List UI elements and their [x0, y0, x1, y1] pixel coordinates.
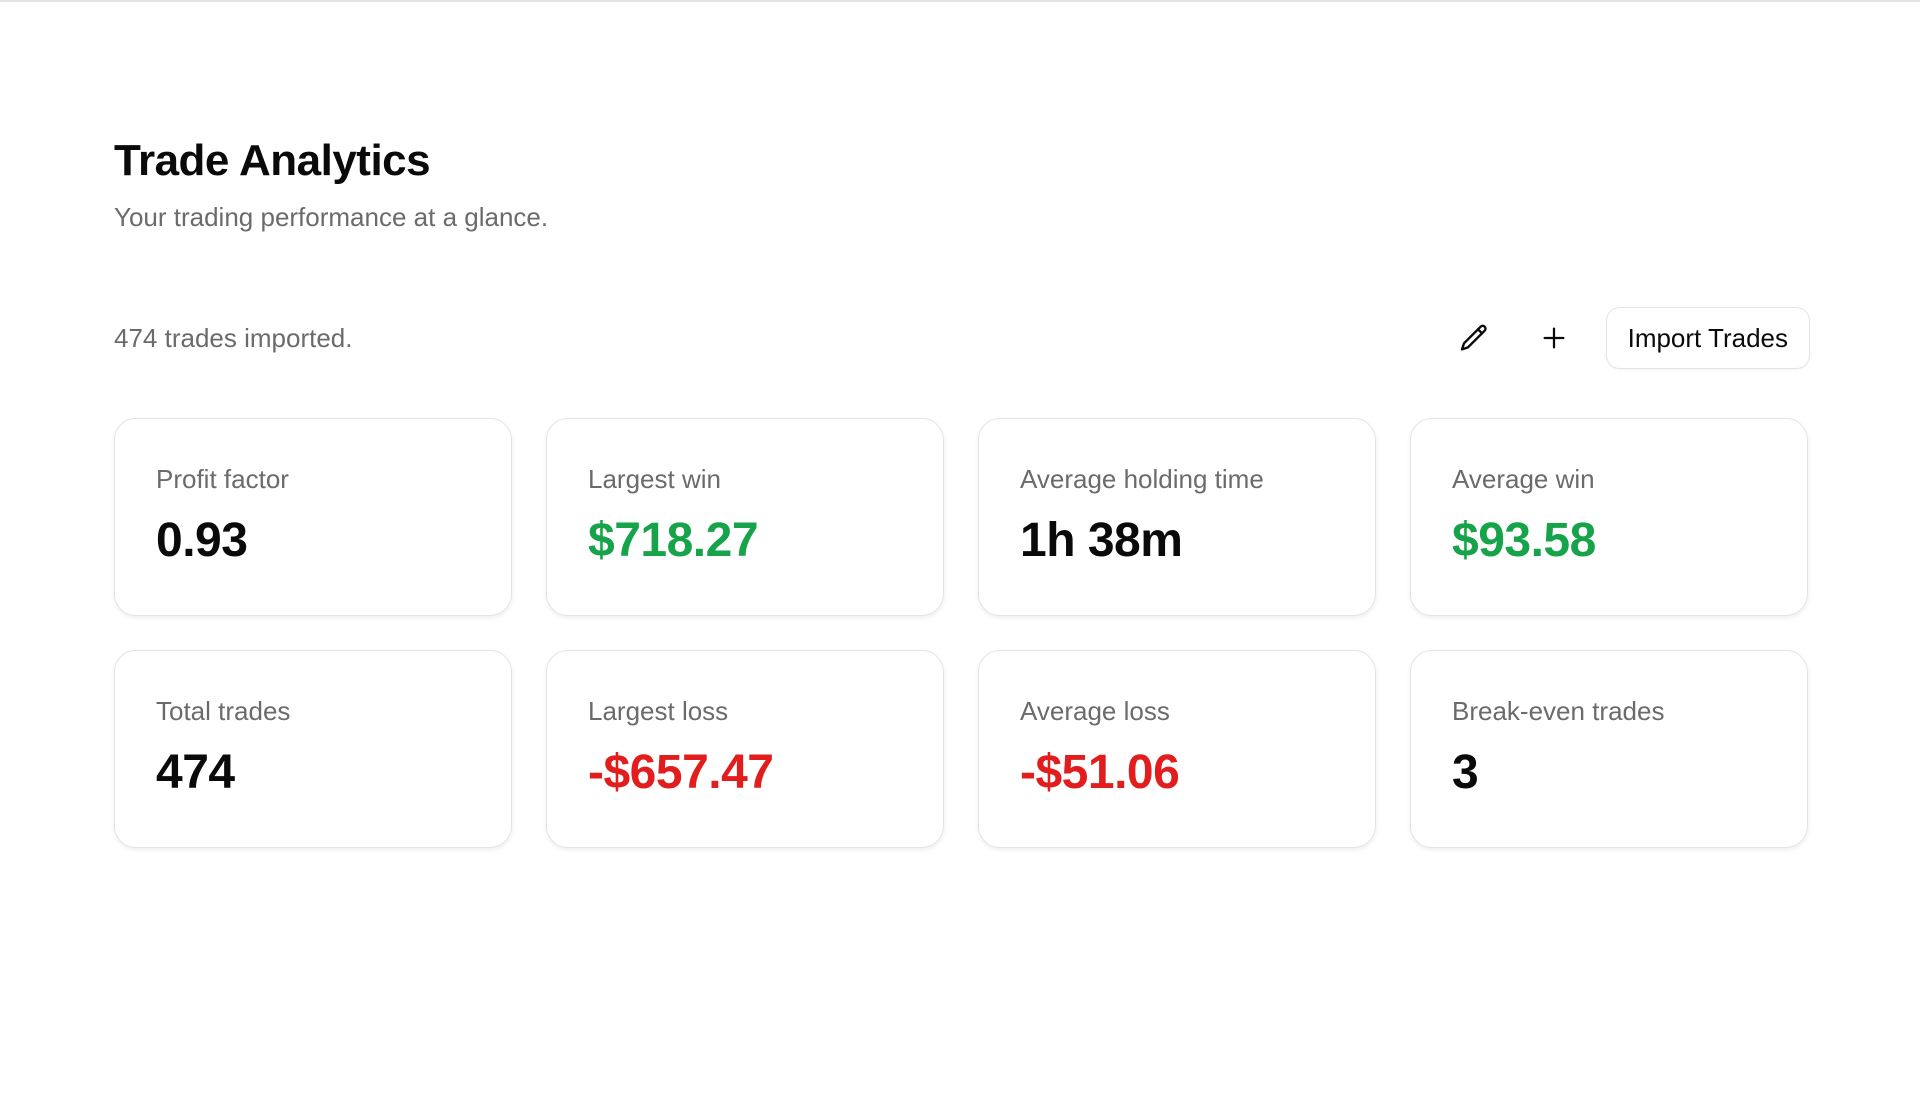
stat-value: $93.58 [1452, 514, 1596, 567]
page-subtitle: Your trading performance at a glance. [114, 202, 549, 232]
trade-analytics-page: Trade Analytics Your trading performance… [114, 134, 1810, 848]
stat-label: Average loss [1020, 696, 1170, 726]
stat-value: -$657.47 [588, 746, 774, 799]
top-divider [0, 0, 1920, 2]
toolbar-actions: Import Trades [1446, 307, 1810, 369]
stats-grid: Profit factor 0.93 Largest win $718.27 A… [114, 418, 1810, 848]
stat-value: -$51.06 [1020, 746, 1180, 799]
stat-value: 474 [156, 746, 235, 799]
add-trade-button[interactable] [1526, 310, 1582, 366]
stat-label: Average win [1452, 464, 1595, 494]
stat-label: Largest win [588, 464, 721, 494]
stat-card-average-win: Average win $93.58 [1410, 418, 1808, 616]
stat-label: Average holding time [1020, 464, 1264, 494]
stat-value: 1h 38m [1020, 514, 1183, 567]
stat-label: Largest loss [588, 696, 729, 726]
page-title: Trade Analytics [114, 136, 431, 185]
stat-card-break-even-trades: Break-even trades 3 [1410, 650, 1808, 848]
trade-count-text: 474 trades imported. [114, 322, 353, 353]
stat-card-total-trades: Total trades 474 [114, 650, 512, 848]
stat-card-average-loss: Average loss -$51.06 [978, 650, 1376, 848]
stat-card-average-holding-time: Average holding time 1h 38m [978, 418, 1376, 616]
stat-card-profit-factor: Profit factor 0.93 [114, 418, 512, 616]
toolbar: 474 trades imported. Import Trades [114, 306, 1810, 370]
stat-label: Profit factor [156, 464, 289, 494]
stat-value: 3 [1452, 746, 1479, 799]
plus-icon [1543, 327, 1565, 349]
stat-value: $718.27 [588, 514, 759, 567]
pencil-icon [1460, 324, 1487, 351]
import-trades-button[interactable]: Import Trades [1605, 307, 1810, 369]
edit-button[interactable] [1446, 310, 1502, 366]
stat-label: Total trades [156, 696, 291, 726]
stat-card-largest-loss: Largest loss -$657.47 [546, 650, 944, 848]
stat-label: Break-even trades [1452, 696, 1665, 726]
stat-card-largest-win: Largest win $718.27 [546, 418, 944, 616]
stat-value: 0.93 [156, 514, 248, 567]
